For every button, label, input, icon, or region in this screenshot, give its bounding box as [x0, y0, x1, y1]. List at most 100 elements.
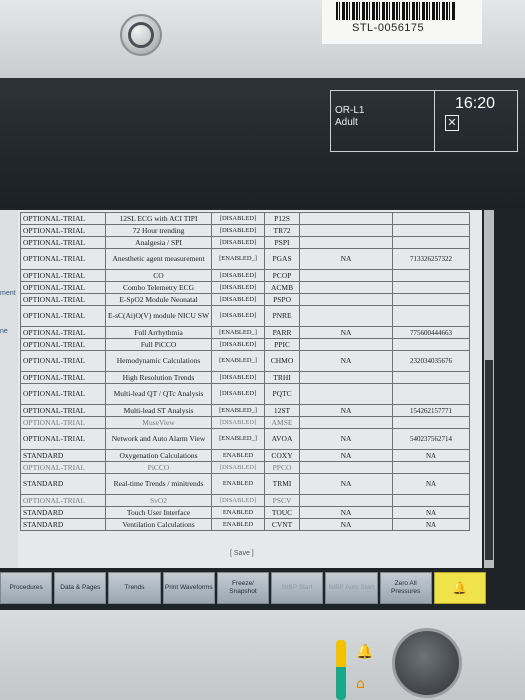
table-cell-name: Combo Telemetry ECG	[104, 281, 213, 294]
softkey-data-pages[interactable]: Data & Pages	[54, 572, 107, 604]
scrollbar-thumb[interactable]	[485, 360, 493, 560]
table-cell-code: PSPI	[264, 236, 301, 249]
table-cell-col5: NA	[299, 428, 394, 450]
table-cell-col5: NA	[299, 506, 394, 519]
table-row: OPTIONAL-TRIAL Network and Auto Alarm Vie…	[20, 428, 471, 450]
table-cell-status: [DISABLED]	[211, 371, 266, 384]
table-cell-name: Multi-lead ST Analysis	[104, 404, 213, 417]
monitor-screen: OR-L1 Adult 16:20 ✕ ment ne OPTIONAL-TRI…	[0, 78, 525, 610]
table-cell-license: OPTIONAL-TRIAL	[20, 383, 106, 405]
table-cell-code: PSPO	[264, 293, 301, 306]
table-cell-status: [DISABLED]	[211, 494, 266, 507]
patient-status-box[interactable]: OR-L1 Adult 16:20 ✕	[330, 90, 518, 152]
save-button[interactable]: [ Save ]	[230, 550, 254, 557]
table-row: STANDARD Ventilation Calculations ENABLED C…	[20, 518, 471, 531]
table-cell-col6	[392, 236, 471, 249]
table-cell-code: AMSE	[264, 416, 301, 429]
table-cell-col5	[299, 494, 394, 507]
table-cell-col5	[299, 236, 394, 249]
table-cell-status: ENABLED	[211, 449, 266, 462]
monitor-top-bezel: STL-0056175	[0, 0, 525, 80]
table-cell-name: Ventilation Calculations	[104, 518, 213, 531]
table-cell-col5	[299, 212, 394, 225]
asset-label-code: STL-0056175	[352, 22, 425, 34]
softkey-freeze-snapshot[interactable]: Freeze/ Snapshot	[216, 572, 270, 604]
table-cell-col6	[392, 494, 471, 507]
table-cell-col5	[299, 305, 394, 327]
table-cell-code: PCOP	[264, 269, 301, 282]
table-row: OPTIONAL-TRIAL E-sC(Ai)O(V) module NICU S…	[20, 305, 471, 327]
table-row: OPTIONAL-TRIAL SvO2 [DISABLED] PSCV	[20, 494, 471, 507]
table-cell-status: [ENABLED_]	[211, 248, 266, 270]
softkey-trends[interactable]: Trends	[108, 572, 161, 604]
table-cell-license: OPTIONAL-TRIAL	[20, 281, 106, 294]
table-cell-code: PSCV	[264, 494, 301, 507]
table-cell-license: OPTIONAL-TRIAL	[20, 428, 106, 450]
table-cell-license: STANDARD	[20, 473, 106, 495]
table-cell-status: ENABLED	[211, 473, 266, 495]
table-cell-col6: 540237562714	[392, 428, 471, 450]
monitor-bottom-bezel: 🔔 ⌂	[0, 610, 525, 700]
table-cell-name: PiCCO	[104, 461, 213, 474]
table-cell-col6	[392, 338, 471, 351]
table-cell-col5	[299, 371, 394, 384]
trim-knob[interactable]	[392, 628, 462, 698]
alarm-silence-icon[interactable]: 🔔	[356, 644, 373, 660]
table-row: OPTIONAL-TRIAL Full PiCCO [DISABLED] PPIC	[20, 338, 471, 351]
table-cell-code: COXY	[264, 449, 301, 462]
vertical-scrollbar[interactable]	[484, 210, 494, 568]
alarm-led-strip	[336, 640, 346, 700]
table-cell-code: AVOA	[264, 428, 301, 450]
table-row: OPTIONAL-TRIAL Analgesia / SPI [DISABLED] P…	[20, 236, 471, 249]
table-cell-name: Real-time Trends / minitrends	[104, 473, 213, 495]
softkey-zero-all-pressures[interactable]: Zero All Pressures	[379, 572, 432, 604]
softkey-procedures[interactable]: Procedures	[0, 572, 53, 604]
table-cell-col6	[392, 293, 471, 306]
home-icon[interactable]: ⌂	[356, 676, 365, 692]
table-cell-license: OPTIONAL-TRIAL	[20, 212, 106, 225]
table-cell-status: ENABLED	[211, 518, 266, 531]
table-row: OPTIONAL-TRIAL CO [DISABLED] PCOP	[20, 269, 471, 282]
table-cell-license: OPTIONAL-TRIAL	[20, 461, 106, 474]
table-cell-col5: NA	[299, 350, 394, 372]
software-options-table: OPTIONAL-TRIAL 12SL ECG with ACI TIPI [DIS…	[20, 212, 471, 531]
table-cell-status: [ENABLED_]	[211, 326, 266, 339]
table-cell-status: [DISABLED]	[211, 338, 266, 351]
alarm-bell-icon[interactable]: 🔔	[433, 572, 486, 604]
table-row: OPTIONAL-TRIAL PiCCO [DISABLED] PPCO	[20, 461, 471, 474]
table-cell-license: OPTIONAL-TRIAL	[20, 404, 106, 417]
table-cell-name: MuseView	[104, 416, 213, 429]
table-cell-col5	[299, 383, 394, 405]
ge-logo	[120, 14, 162, 56]
table-cell-license: OPTIONAL-TRIAL	[20, 224, 106, 237]
softkey-print-waveforms[interactable]: Print Waveforms	[162, 572, 215, 604]
table-cell-name: Network and Auto Alarm View	[104, 428, 213, 450]
table-row: OPTIONAL-TRIAL E-SpO2 Module Neonatal [DIS…	[20, 293, 471, 306]
table-row: OPTIONAL-TRIAL High Resolution Trends [DIS…	[20, 371, 471, 384]
table-cell-status: [DISABLED]	[211, 305, 266, 327]
table-cell-name: Anesthetic agent measurement	[104, 248, 213, 270]
table-cell-code: PARR	[264, 326, 301, 339]
table-cell-status: [DISABLED]	[211, 416, 266, 429]
table-cell-status: [DISABLED]	[211, 461, 266, 474]
table-cell-license: OPTIONAL-TRIAL	[20, 236, 106, 249]
table-cell-col6	[392, 461, 471, 474]
table-cell-license: OPTIONAL-TRIAL	[20, 293, 106, 306]
table-cell-license: STANDARD	[20, 449, 106, 462]
table-cell-col6: NA	[392, 473, 471, 495]
table-cell-status: [ENABLED_]	[211, 350, 266, 372]
softkey-nibp-start: NIBP Start	[271, 572, 324, 604]
table-cell-status: ENABLED	[211, 506, 266, 519]
table-row: STANDARD Real-time Trends / minitrends ENA…	[20, 473, 471, 495]
table-cell-code: PPIC	[264, 338, 301, 351]
table-cell-name: E-sC(Ai)O(V) module NICU SW	[104, 305, 213, 327]
table-cell-code: TRMI	[264, 473, 301, 495]
table-cell-license: OPTIONAL-TRIAL	[20, 338, 106, 351]
table-cell-status: [DISABLED]	[211, 236, 266, 249]
table-cell-col5: NA	[299, 326, 394, 339]
table-cell-name: CO	[104, 269, 213, 282]
table-cell-col6: 232034035676	[392, 350, 471, 372]
table-cell-name: SvO2	[104, 494, 213, 507]
table-cell-name: Hemodynamic Calculations	[104, 350, 213, 372]
patient-info: OR-L1 Adult	[331, 91, 435, 151]
